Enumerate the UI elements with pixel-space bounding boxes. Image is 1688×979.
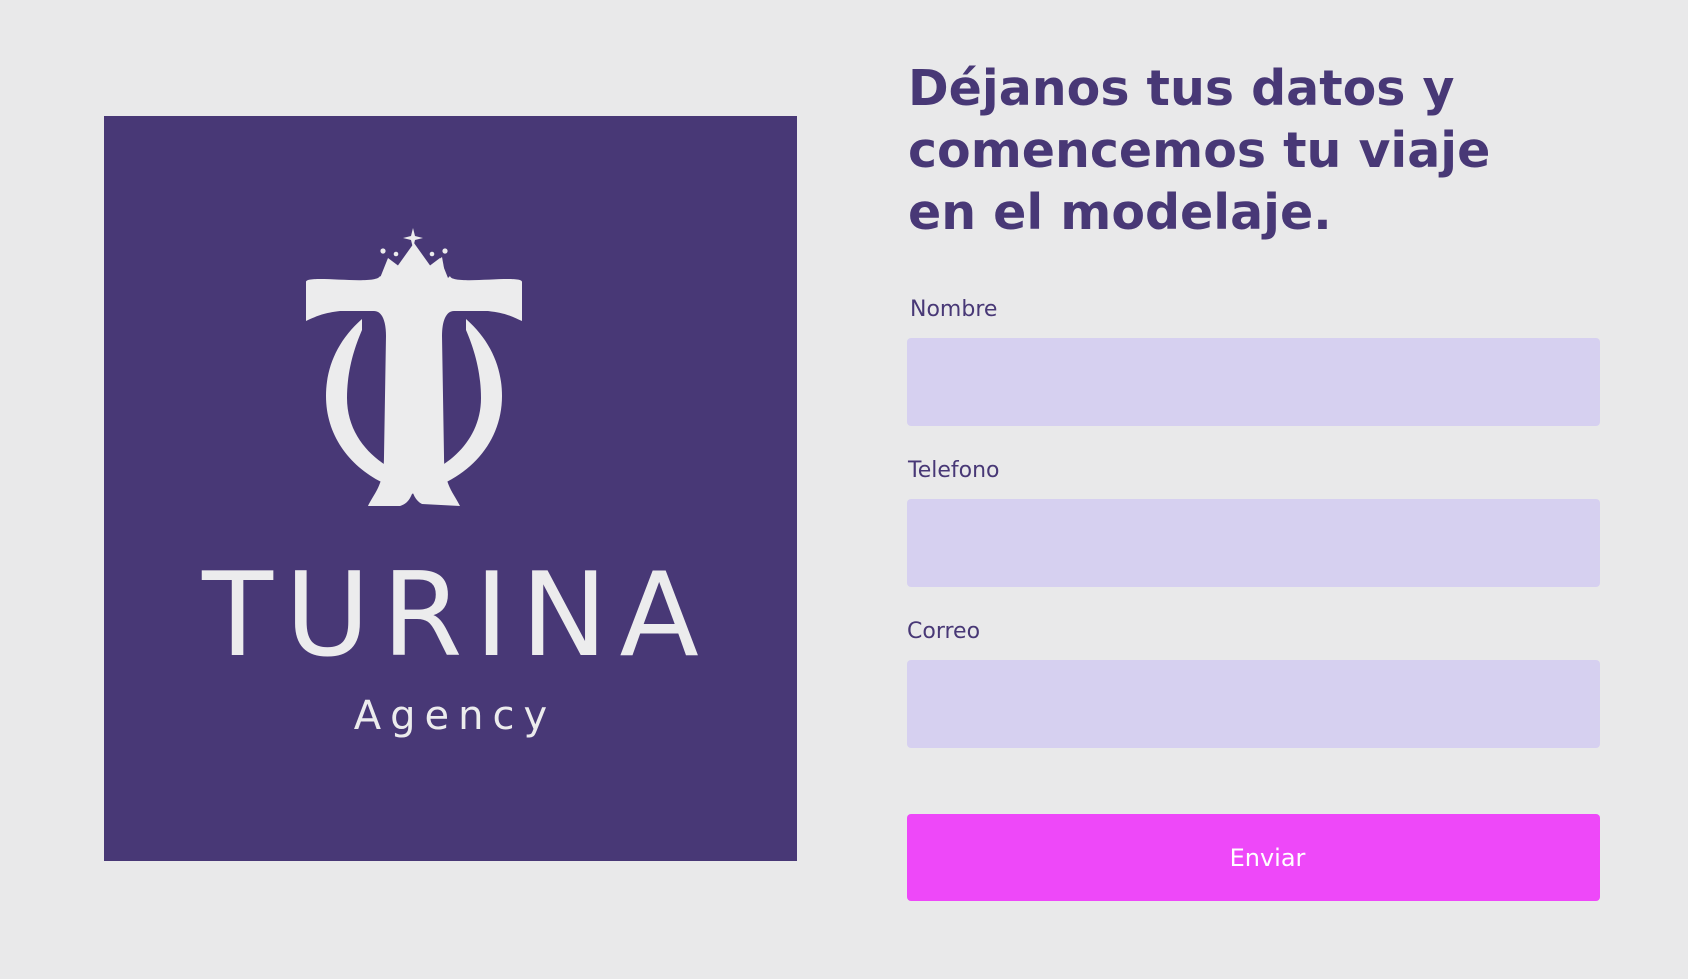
form-heading: Déjanos tus datos y comencemos tu viaje …: [908, 58, 1628, 244]
nombre-input[interactable]: [907, 338, 1600, 426]
submit-button[interactable]: Enviar: [907, 814, 1600, 901]
heading-line: comencemos tu viaje: [908, 122, 1491, 179]
correo-label: Correo: [907, 619, 981, 644]
telefono-label: Telefono: [908, 458, 1000, 483]
brand-subtitle: Agency: [353, 693, 557, 739]
heading-line: Déjanos tus datos y: [908, 60, 1455, 117]
correo-input[interactable]: [907, 660, 1600, 748]
crown-t-monogram-icon: [306, 228, 522, 506]
nombre-label: Nombre: [910, 297, 998, 322]
heading-line: en el modelaje.: [908, 184, 1332, 241]
logo-panel: TURINA Agency: [104, 116, 797, 861]
brand-name: TURINA: [202, 548, 711, 683]
telefono-input[interactable]: [907, 499, 1600, 587]
